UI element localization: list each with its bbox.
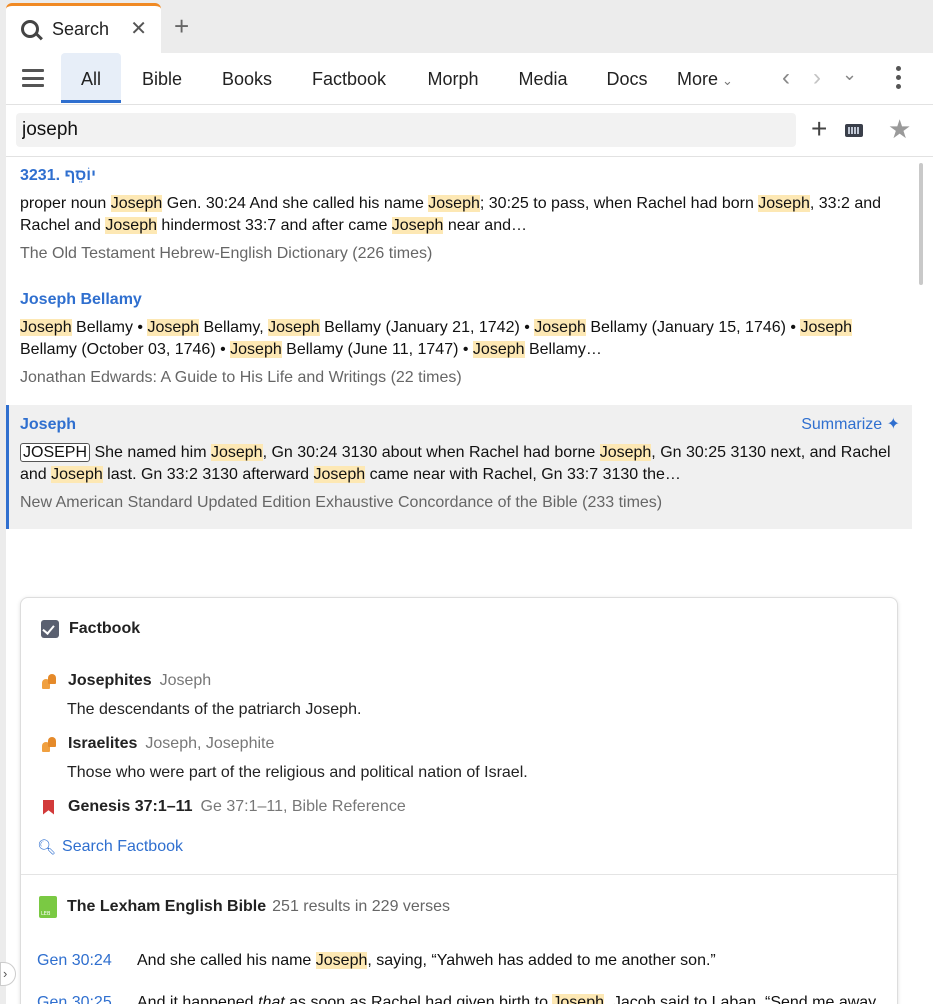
star-icon[interactable]: ★ (888, 114, 911, 144)
match-highlight: Joseph (472, 341, 525, 358)
verse-row: Gen 30:25 And it happened that as soon a… (37, 992, 887, 1004)
factbook-item[interactable]: Israelites Joseph, Josephite Those who w… (41, 733, 528, 784)
tab-media[interactable]: Media (511, 53, 575, 103)
bible-header[interactable]: The Lexham English Bible 251 results in … (39, 896, 450, 918)
match-highlight: Joseph (147, 319, 200, 336)
factbook-item[interactable]: Genesis 37:1–11 Ge 37:1–11, Bible Refere… (41, 796, 406, 818)
italic-text: that (258, 994, 285, 1004)
forward-arrow-icon[interactable]: › (813, 65, 821, 91)
verse-ref[interactable]: Gen 30:24 (37, 950, 137, 972)
search-icon: 🔍︎ (37, 839, 57, 856)
tab-strip: Search ✕ + (0, 0, 933, 53)
match-highlight: Joseph (534, 319, 586, 336)
nav-bar: All Bible Books Factbook Morph Media Doc… (6, 53, 933, 105)
match-highlight: Joseph (313, 466, 366, 483)
result-source: New American Standard Updated Edition Ex… (20, 494, 663, 511)
keyboard-icon[interactable] (845, 124, 863, 137)
match-highlight: Joseph (268, 319, 320, 336)
match-highlight: Joseph (110, 195, 163, 212)
factbook-item-desc: Those who were part of the religious and… (67, 764, 528, 781)
result-snippet: proper noun Joseph Gen. 30:24 And she ca… (20, 195, 882, 234)
result-item-selected[interactable]: Joseph Summarize ✦ JOSEPH She named him … (6, 405, 912, 529)
search-icon (20, 19, 42, 41)
match-highlight: Joseph (230, 341, 282, 358)
match-highlight: Joseph (800, 319, 853, 336)
factbook-item-desc: The descendants of the patriarch Joseph. (67, 701, 362, 718)
checkbox-icon (41, 620, 59, 638)
factbook-item-name[interactable]: Genesis 37:1–11 (68, 798, 193, 816)
kebab-menu-icon[interactable] (896, 66, 902, 93)
search-factbook-link[interactable]: 🔍︎ Search Factbook (37, 838, 183, 856)
back-arrow-icon[interactable]: ‹ (782, 65, 790, 91)
search-factbook-label: Search Factbook (62, 838, 183, 855)
result-source: Jonathan Edwards: A Guide to His Life an… (20, 369, 462, 386)
bookmark-icon (43, 799, 54, 815)
tab-docs[interactable]: Docs (598, 53, 656, 103)
add-search-term-icon[interactable]: + (811, 114, 827, 144)
match-highlight: Joseph (552, 994, 604, 1004)
match-highlight: Joseph (20, 319, 72, 336)
tab-bible[interactable]: Bible (134, 53, 190, 103)
history-chevron-icon[interactable]: ⌄ (842, 61, 857, 87)
summarize-button[interactable]: Summarize ✦ (801, 414, 900, 434)
result-title[interactable]: Joseph Bellamy (20, 289, 912, 311)
menu-icon[interactable] (22, 69, 44, 87)
result-snippet: JOSEPH She named him Joseph, Gn 30:24 31… (20, 443, 891, 483)
factbook-header: Factbook (41, 620, 140, 638)
bible-result-count: 251 results in 229 verses (272, 898, 451, 915)
factbook-title: Factbook (69, 620, 141, 637)
result-source: The Old Testament Hebrew-English Diction… (20, 245, 433, 262)
result-snippet: Joseph Bellamy • Joseph Bellamy, Joseph … (20, 319, 853, 358)
verse-ref[interactable]: Gen 30:25 (37, 992, 137, 1004)
factbook-card: Factbook Josephites Joseph The descendan… (20, 597, 898, 1004)
verse-text: And she called his name Joseph, saying, … (137, 952, 716, 969)
match-selected: JOSEPH (20, 443, 91, 462)
match-highlight: Joseph (428, 195, 480, 212)
close-icon[interactable]: ✕ (130, 17, 147, 41)
search-row: + ★ (6, 105, 933, 157)
more-menu[interactable]: More ⌄ (677, 53, 733, 103)
match-highlight: Joseph (105, 217, 157, 234)
tab-books[interactable]: Books (212, 53, 282, 103)
match-highlight: Joseph (599, 444, 652, 461)
result-title[interactable]: Joseph (20, 414, 912, 436)
factbook-item-alias: Joseph, Josephite (145, 735, 275, 752)
match-highlight: Joseph (315, 952, 368, 969)
verse-text: And it happened that as soon as Rachel h… (137, 992, 887, 1004)
search-panel: All Bible Books Factbook Morph Media Doc… (6, 53, 933, 1004)
more-label: More (677, 69, 719, 89)
verse-row: Gen 30:24 And she called his name Joseph… (37, 950, 887, 972)
result-item[interactable]: 3231. יוֹסֵף proper noun Joseph Gen. 30:… (6, 165, 912, 265)
factbook-item[interactable]: Josephites Joseph The descendants of the… (41, 670, 361, 721)
factbook-item-name[interactable]: Israelites (68, 735, 137, 753)
match-highlight: Joseph (391, 217, 444, 234)
book-icon (39, 896, 57, 918)
scrollbar[interactable] (919, 163, 923, 285)
bible-title[interactable]: The Lexham English Bible (67, 898, 266, 916)
results-list: 3231. יוֹסֵף proper noun Joseph Gen. 30:… (6, 157, 933, 1004)
factbook-item-name[interactable]: Josephites (68, 672, 152, 690)
chevron-down-icon: ⌄ (722, 73, 733, 88)
tab-search[interactable]: Search ✕ (6, 3, 161, 53)
tab-label: Search (52, 19, 110, 39)
people-icon (41, 673, 56, 689)
search-input[interactable] (16, 113, 796, 147)
tab-all[interactable]: All (61, 53, 121, 103)
divider (21, 874, 897, 875)
match-highlight: Joseph (51, 466, 103, 483)
factbook-item-alias: Joseph (159, 672, 212, 689)
tab-factbook[interactable]: Factbook (302, 53, 396, 103)
match-highlight: Joseph (758, 195, 810, 212)
new-tab-button[interactable]: + (174, 12, 189, 40)
match-highlight: Joseph (210, 444, 263, 461)
result-title[interactable]: 3231. יוֹסֵף (20, 165, 912, 187)
tab-morph[interactable]: Morph (416, 53, 490, 103)
result-item[interactable]: Joseph Bellamy Joseph Bellamy • Joseph B… (6, 289, 912, 389)
people-icon (41, 736, 56, 752)
factbook-item-alias: Ge 37:1–11, Bible Reference (200, 798, 406, 815)
